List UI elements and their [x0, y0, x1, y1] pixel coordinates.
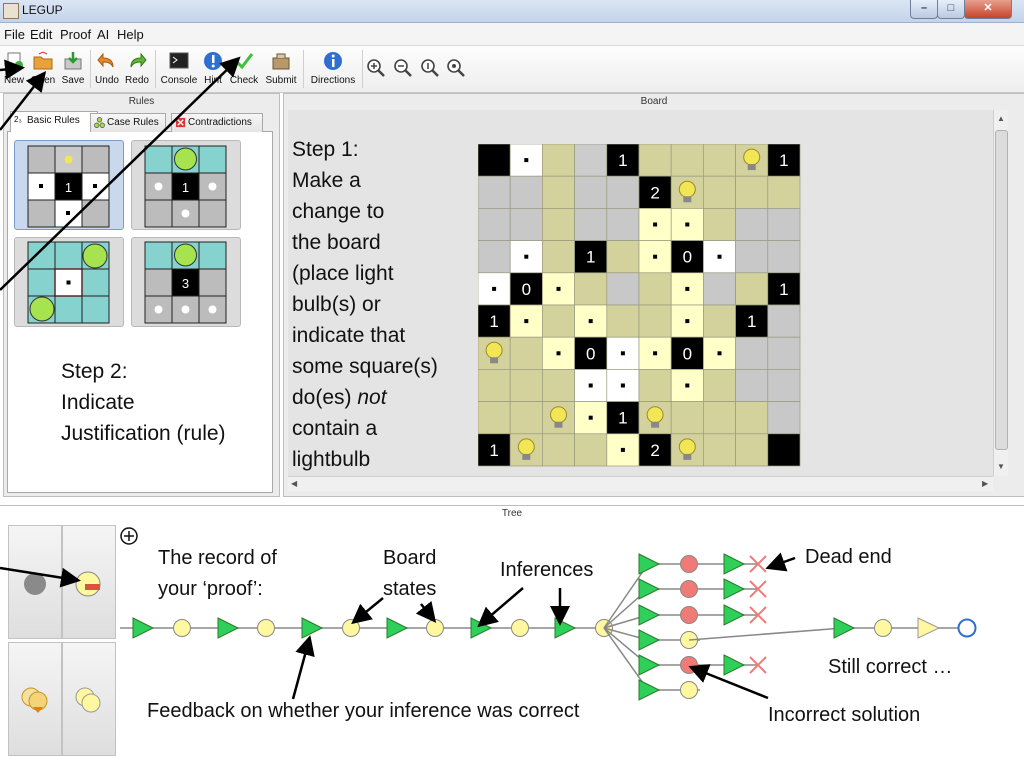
arrow-inference-1: [477, 587, 524, 628]
arrow-feedback: [291, 635, 315, 700]
arrow-incorrect: [688, 664, 769, 700]
arrow-to-open: [0, 71, 47, 131]
arrow-to-new: [0, 59, 25, 80]
arrow-board-state-1: [351, 597, 384, 625]
arrow-overlay: [0, 56, 796, 700]
arrow-board-state-2: [415, 601, 437, 623]
arrow-to-check: [0, 56, 241, 291]
arrow-dead-end: [765, 552, 796, 572]
arrow-to-merge: [0, 566, 81, 588]
